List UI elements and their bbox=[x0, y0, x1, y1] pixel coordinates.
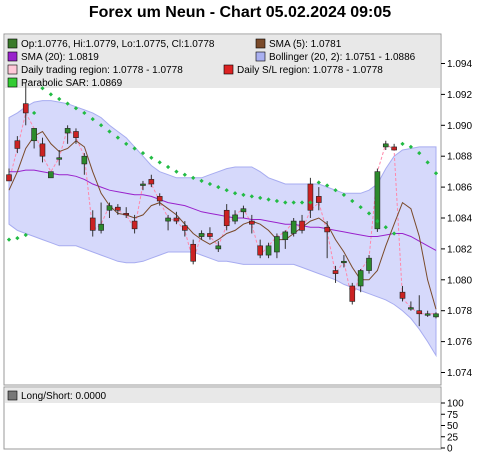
candle-body-48 bbox=[408, 307, 414, 310]
candle-body-42 bbox=[357, 270, 364, 287]
legend-swatch-1 bbox=[255, 38, 266, 49]
candle-body-38 bbox=[324, 226, 330, 233]
legend-swatch-5 bbox=[223, 64, 234, 75]
y-tick-label-1: 1.092 bbox=[447, 90, 472, 101]
candle-body-13 bbox=[115, 206, 121, 211]
y-tick-label-8: 1.078 bbox=[447, 306, 472, 317]
candle-body-10 bbox=[89, 217, 96, 231]
candle-body-24 bbox=[207, 233, 213, 237]
legend-label-3: Bollinger (20, 2): 1.0751 - 1.0886 bbox=[269, 52, 416, 63]
legend-swatch-6 bbox=[7, 77, 18, 88]
forex-chart: Op:1.0776, Hi:1.0779, Lo:1.0775, Cl:1.07… bbox=[3, 33, 472, 455]
candle-body-5 bbox=[48, 171, 54, 179]
candle-body-6 bbox=[56, 157, 63, 160]
legend-swatch-4 bbox=[7, 64, 18, 75]
candle-body-1 bbox=[14, 140, 21, 149]
y-tick-label-10: 1.074 bbox=[447, 368, 472, 379]
candle-body-12 bbox=[106, 205, 113, 211]
candle-body-31 bbox=[265, 245, 272, 256]
candle-body-50 bbox=[424, 313, 431, 316]
candle-body-45 bbox=[382, 143, 389, 148]
y-tick-label-2: 1.090 bbox=[447, 121, 472, 132]
candle-body-3 bbox=[31, 128, 37, 142]
lower-tick-label-2: 50 bbox=[447, 421, 459, 432]
y-tick-label-4: 1.086 bbox=[447, 183, 472, 194]
legend-label-2: SMA (20): 1.0819 bbox=[21, 52, 99, 63]
candle-body-17 bbox=[148, 179, 155, 185]
candle-body-30 bbox=[257, 245, 263, 256]
y-axis-lower: 1007550250 bbox=[441, 399, 464, 455]
candle-body-29 bbox=[249, 220, 255, 225]
y-tick-label-0: 1.094 bbox=[447, 59, 472, 70]
y-tick-label-7: 1.080 bbox=[447, 275, 472, 286]
legend-label-5: Daily S/L region: 1.0778 - 1.0778 bbox=[237, 65, 383, 76]
candle-body-14 bbox=[123, 213, 130, 216]
candle-body-21 bbox=[182, 225, 188, 231]
legend-label-4: Daily trading region: 1.0778 - 1.0778 bbox=[21, 65, 183, 76]
candle-body-27 bbox=[232, 214, 238, 222]
lower-legend-label: Long/Short: 0.0000 bbox=[21, 391, 107, 402]
legend-swatch-2 bbox=[7, 51, 18, 62]
legend-swatch-3 bbox=[255, 51, 266, 62]
candle-body-36 bbox=[307, 183, 314, 211]
candle-body-11 bbox=[98, 223, 104, 231]
candle-body-18 bbox=[156, 196, 163, 202]
candle-body-2 bbox=[22, 103, 29, 114]
legend-swatch-0 bbox=[7, 38, 18, 49]
candle-body-40 bbox=[341, 260, 347, 264]
candle-body-7 bbox=[64, 128, 71, 134]
candle-body-8 bbox=[73, 131, 79, 138]
candle-body-32 bbox=[274, 236, 280, 253]
candle-body-4 bbox=[39, 143, 46, 157]
candle-body-20 bbox=[173, 217, 180, 222]
candle-body-22 bbox=[190, 243, 196, 262]
candle-body-16 bbox=[140, 183, 146, 186]
candle-body-28 bbox=[240, 208, 247, 213]
candle-body-33 bbox=[282, 231, 289, 240]
lower-tick-label-4: 0 bbox=[447, 444, 453, 455]
candle-body-47 bbox=[399, 291, 406, 299]
candle-body-0 bbox=[6, 174, 12, 182]
candle-body-37 bbox=[315, 196, 322, 203]
y-axis-main: 1.094 1.092 1.090 1.088 1.086 1.084 1.082 1.080… bbox=[441, 59, 472, 379]
y-tick-label-9: 1.076 bbox=[447, 337, 472, 348]
candle-body-23 bbox=[198, 233, 205, 237]
lower-tick-label-3: 25 bbox=[447, 432, 459, 443]
legend-label-6: Parabolic SAR: 1.0869 bbox=[21, 78, 123, 89]
lower-tick-label-0: 100 bbox=[447, 399, 464, 410]
lower-legend-swatch bbox=[7, 390, 18, 401]
candle-body-41 bbox=[349, 285, 356, 302]
candle-body-26 bbox=[223, 209, 230, 227]
candle-body-39 bbox=[332, 270, 339, 274]
y-tick-label-6: 1.082 bbox=[447, 244, 472, 255]
candle-body-19 bbox=[165, 217, 171, 222]
candle-body-49 bbox=[416, 310, 423, 315]
candle-body-15 bbox=[131, 220, 138, 230]
y-tick-label-3: 1.088 bbox=[447, 152, 472, 163]
candle-body-34 bbox=[290, 220, 297, 234]
y-tick-label-5: 1.084 bbox=[447, 214, 472, 225]
candle-body-9 bbox=[81, 155, 88, 165]
candle-body-46 bbox=[391, 146, 397, 151]
lower-tick-label-1: 75 bbox=[447, 410, 459, 421]
candle-body-51 bbox=[433, 313, 439, 318]
candle-body-25 bbox=[215, 245, 222, 250]
legend-label-0: Op:1.0776, Hi:1.0779, Lo:1.0775, Cl:1.07… bbox=[21, 39, 215, 50]
legend-label-1: SMA (5): 1.0781 bbox=[269, 39, 342, 50]
candle-body-35 bbox=[299, 220, 305, 231]
candle-body-43 bbox=[366, 257, 372, 271]
